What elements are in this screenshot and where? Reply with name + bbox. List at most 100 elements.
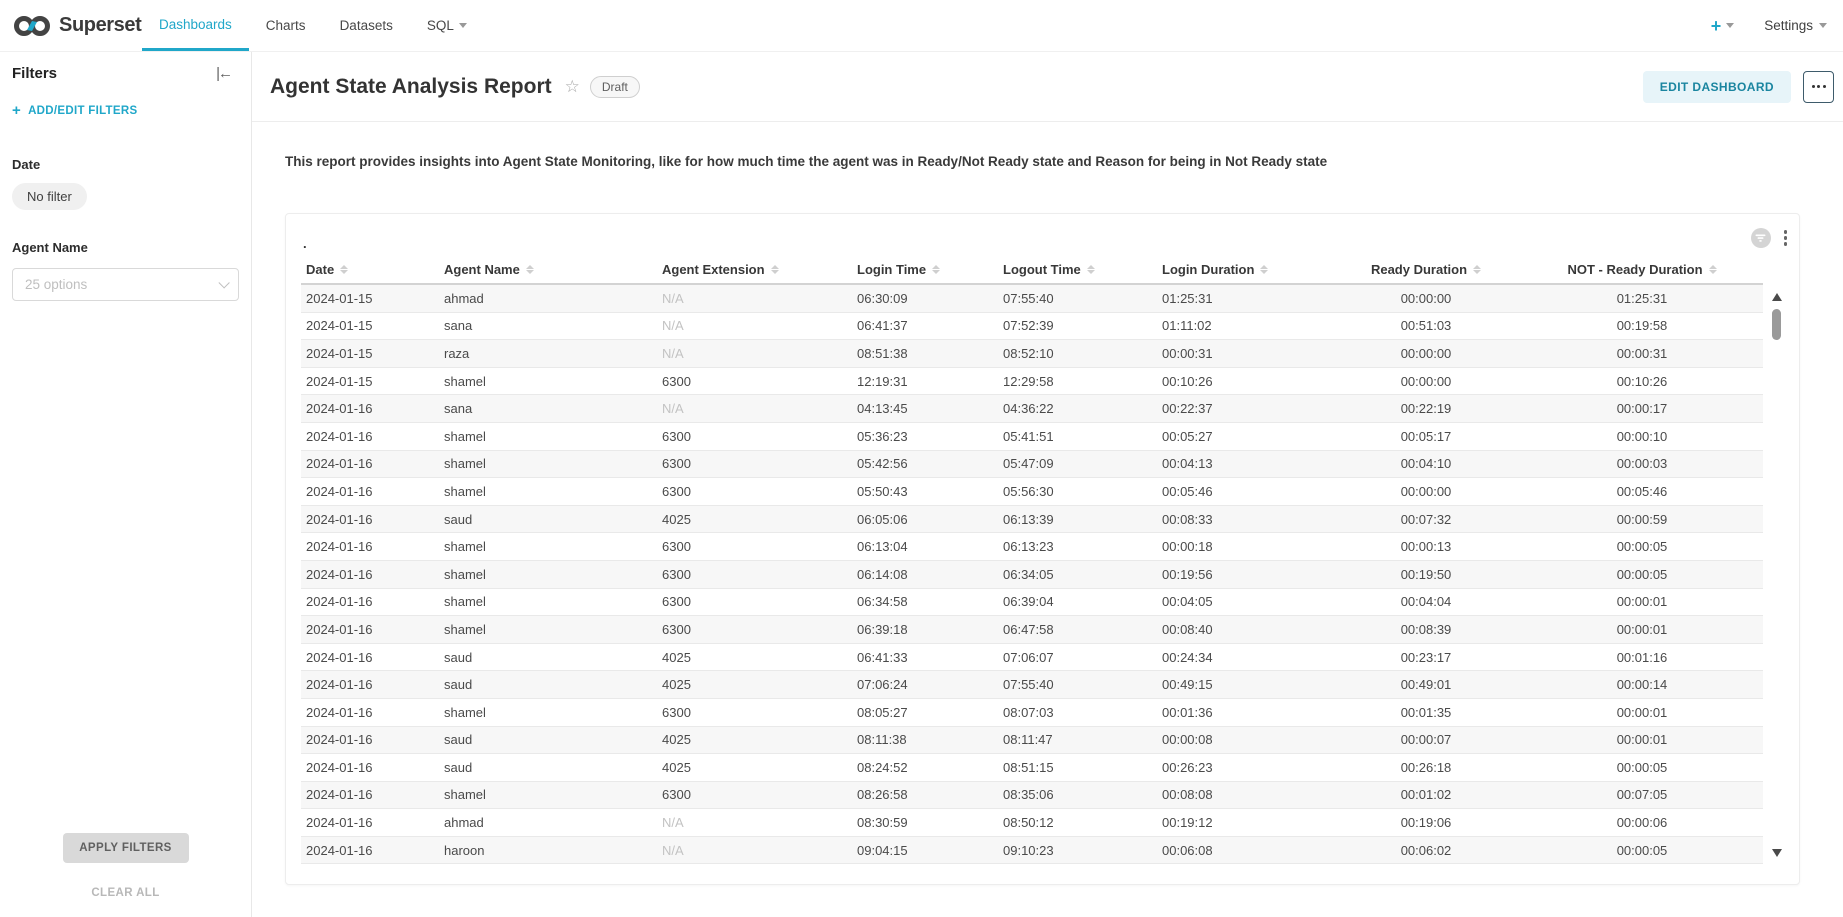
- table-cell: 6300: [657, 478, 852, 505]
- clear-all-button[interactable]: CLEAR ALL: [0, 887, 251, 899]
- table-cell: saud: [439, 754, 657, 781]
- table-row: 2024-01-15shamel630012:19:3112:29:5800:1…: [301, 368, 1763, 396]
- superset-logo[interactable]: Superset: [0, 0, 142, 51]
- column-header[interactable]: Date: [301, 256, 439, 283]
- table-cell: 00:49:01: [1331, 671, 1521, 698]
- agent-name-select[interactable]: 25 options: [12, 268, 239, 301]
- dashboard-main: Agent State Analysis Report ☆ Draft EDIT…: [252, 52, 1843, 917]
- table-cell: 2024-01-16: [301, 423, 439, 450]
- collapse-panel-icon[interactable]: |←: [216, 65, 231, 82]
- sort-icon: [1709, 265, 1717, 274]
- table-cell: 06:13:23: [998, 533, 1157, 560]
- filters-sidebar: Filters |← + ADD/EDIT FILTERS Date No fi…: [0, 52, 252, 917]
- table-cell: N/A: [657, 313, 852, 340]
- table-cell: shamel: [439, 423, 657, 450]
- column-header-label: Agent Name: [444, 262, 520, 277]
- apply-filters-button[interactable]: APPLY FILTERS: [63, 833, 189, 863]
- table-cell: 6300: [657, 533, 852, 560]
- table-row: 2024-01-16shamel630006:34:5806:39:0400:0…: [301, 589, 1763, 617]
- table-cell: 00:19:56: [1157, 561, 1331, 588]
- table-cell: 04:36:22: [998, 395, 1157, 422]
- scroll-down-arrow[interactable]: [1772, 849, 1782, 857]
- table-cell: ahmad: [439, 809, 657, 836]
- table-cell: 07:55:40: [998, 285, 1157, 312]
- table-cell: 00:05:27: [1157, 423, 1331, 450]
- add-edit-filters-button[interactable]: + ADD/EDIT FILTERS: [12, 102, 239, 119]
- column-header[interactable]: NOT - Ready Duration: [1521, 256, 1763, 283]
- table-cell: 00:07:05: [1521, 782, 1763, 809]
- table-cell: 06:34:05: [998, 561, 1157, 588]
- scroll-up-arrow[interactable]: [1772, 293, 1782, 301]
- table-cell: shamel: [439, 561, 657, 588]
- table-cell: 00:19:50: [1331, 561, 1521, 588]
- settings-menu[interactable]: Settings: [1764, 18, 1827, 33]
- nav-tab-datasets[interactable]: Datasets: [323, 0, 410, 51]
- table-cell: 00:00:31: [1157, 340, 1331, 367]
- table-cell: shamel: [439, 451, 657, 478]
- table-cell: 4025: [657, 644, 852, 671]
- table-cell: 00:08:33: [1157, 506, 1331, 533]
- table-cell: 00:00:05: [1521, 561, 1763, 588]
- sort-icon: [526, 265, 534, 274]
- table-row: 2024-01-16shamel630006:39:1806:47:5800:0…: [301, 616, 1763, 644]
- table-cell: 00:00:00: [1331, 368, 1521, 395]
- table-cell: 00:00:13: [1331, 533, 1521, 560]
- favorite-star-icon[interactable]: ☆: [565, 77, 580, 97]
- table-row: 2024-01-15sanaN/A06:41:3707:52:3901:11:0…: [301, 313, 1763, 341]
- column-header[interactable]: Logout Time: [998, 256, 1157, 283]
- chart-options-kebab-icon[interactable]: [1780, 227, 1792, 249]
- table-cell: 12:19:31: [852, 368, 998, 395]
- column-header[interactable]: Login Time: [852, 256, 998, 283]
- sort-icon: [1260, 265, 1268, 274]
- table-row: 2024-01-16shamel630005:50:4305:56:3000:0…: [301, 478, 1763, 506]
- nav-tab-dashboards[interactable]: Dashboards: [142, 0, 249, 51]
- table-cell: 2024-01-15: [301, 313, 439, 340]
- table-row: 2024-01-16ahmadN/A08:30:5908:50:1200:19:…: [301, 809, 1763, 837]
- table-cell: 00:00:05: [1521, 837, 1763, 864]
- table-cell: 2024-01-16: [301, 451, 439, 478]
- table-cell: 07:06:07: [998, 644, 1157, 671]
- column-header[interactable]: Agent Name: [439, 256, 657, 283]
- top-navbar: Superset Dashboards Charts Datasets SQL …: [0, 0, 1843, 52]
- vertical-scrollbar[interactable]: [1770, 285, 1783, 865]
- navbar-right: + Settings: [1711, 0, 1843, 51]
- table-row: 2024-01-16saud402508:11:3808:11:4700:00:…: [301, 727, 1763, 755]
- nav-tab-charts[interactable]: Charts: [249, 0, 323, 51]
- new-item-button[interactable]: +: [1711, 17, 1735, 35]
- filter-indicator-icon[interactable]: [1751, 228, 1771, 248]
- table-cell: N/A: [657, 285, 852, 312]
- table-cell: saud: [439, 727, 657, 754]
- table-cell: haroon: [439, 837, 657, 864]
- table-row: 2024-01-16saud402506:41:3307:06:0700:24:…: [301, 644, 1763, 672]
- date-filter-value[interactable]: No filter: [12, 183, 87, 210]
- table-cell: 2024-01-15: [301, 285, 439, 312]
- column-header[interactable]: Login Duration: [1157, 256, 1331, 283]
- table-cell: 00:00:03: [1521, 451, 1763, 478]
- table-cell: 00:00:01: [1521, 727, 1763, 754]
- table-cell: 00:08:08: [1157, 782, 1331, 809]
- table-row: 2024-01-16saud402506:05:0606:13:3900:08:…: [301, 506, 1763, 534]
- scrollbar-thumb[interactable]: [1772, 309, 1781, 340]
- table-cell: 08:52:10: [998, 340, 1157, 367]
- more-actions-button[interactable]: [1803, 71, 1834, 103]
- column-header[interactable]: Ready Duration: [1331, 256, 1521, 283]
- table-cell: 06:14:08: [852, 561, 998, 588]
- table-cell: 00:19:12: [1157, 809, 1331, 836]
- select-placeholder: 25 options: [25, 277, 87, 292]
- table-cell: 2024-01-16: [301, 754, 439, 781]
- table-cell: 06:30:09: [852, 285, 998, 312]
- table-cell: 00:07:32: [1331, 506, 1521, 533]
- table-cell: 2024-01-16: [301, 478, 439, 505]
- column-header-label: Login Time: [857, 262, 926, 277]
- table-cell: 00:19:58: [1521, 313, 1763, 340]
- table-cell: saud: [439, 506, 657, 533]
- edit-dashboard-button[interactable]: EDIT DASHBOARD: [1643, 71, 1791, 103]
- table-cell: 2024-01-16: [301, 782, 439, 809]
- table-cell: 00:51:03: [1331, 313, 1521, 340]
- table-cell: 08:05:27: [852, 699, 998, 726]
- table-row: 2024-01-16shamel630005:42:5605:47:0900:0…: [301, 451, 1763, 479]
- column-header[interactable]: Agent Extension: [657, 256, 852, 283]
- table-row: 2024-01-16saud402507:06:2407:55:4000:49:…: [301, 671, 1763, 699]
- nav-tab-sql[interactable]: SQL: [410, 0, 484, 51]
- table-cell: 00:00:08: [1157, 727, 1331, 754]
